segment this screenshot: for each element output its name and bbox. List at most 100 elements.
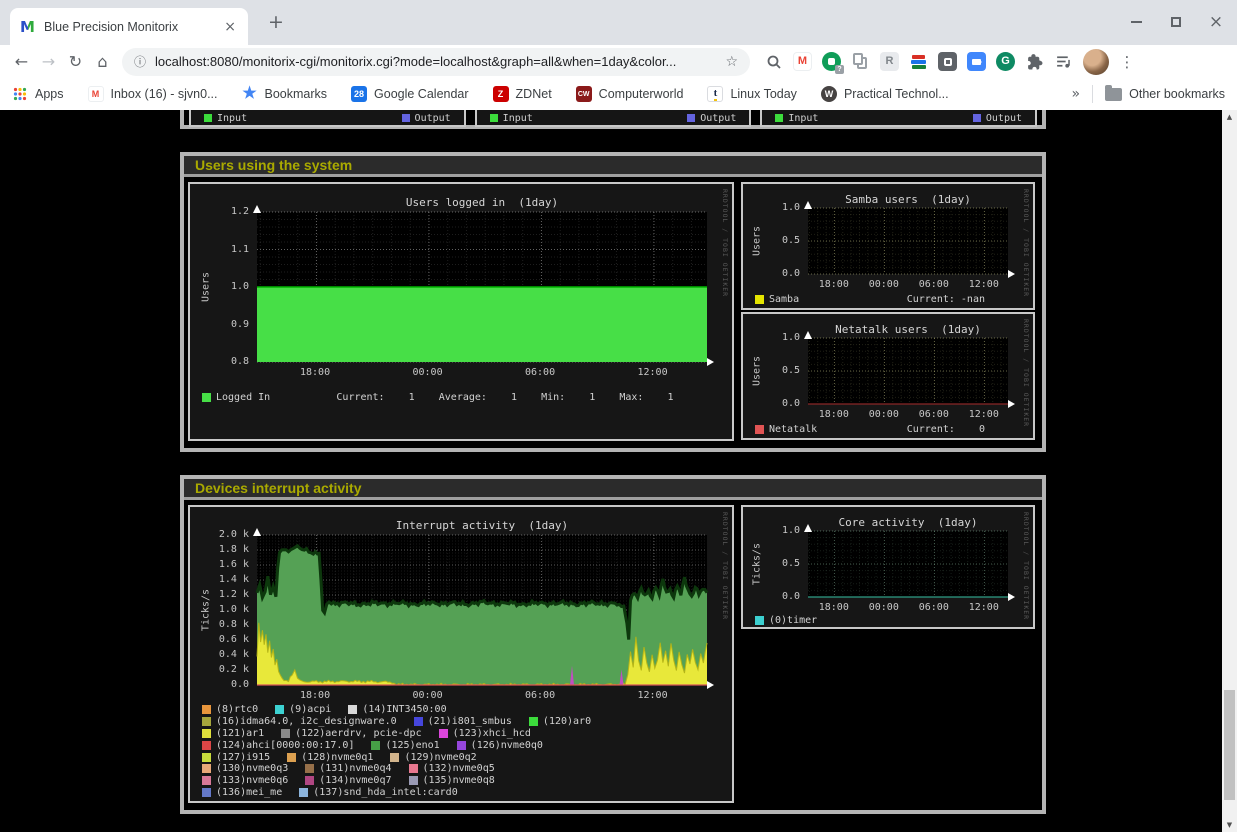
x-tick-label: 00:00: [869, 602, 899, 613]
overflow-chevrons-icon[interactable]: »: [1072, 86, 1081, 102]
legend-row: (121)ar1(122)aerdrv, pcie-dpc(123)xhci_h…: [202, 728, 726, 740]
bookmark-bookmarks[interactable]: ★ Bookmarks: [242, 86, 328, 102]
legend-item: (137)snd_hda_intel:card0: [299, 787, 458, 798]
graph-netatalk[interactable]: RRDTOOL / TOBI OETIKERNetatalk users (1d…: [741, 312, 1035, 440]
graph-partial[interactable]: Input Output: [189, 110, 466, 127]
graph-partial[interactable]: InputOutput: [475, 110, 752, 127]
maximize-button[interactable]: [1169, 15, 1183, 29]
legend-swatch: [202, 729, 211, 738]
legend-label: (133)nvme0q6: [216, 775, 288, 786]
search-extension-icon[interactable]: [764, 52, 783, 71]
vertical-scrollbar[interactable]: ▲ ▼: [1222, 110, 1237, 832]
y-tick-label: 0.5: [743, 558, 800, 569]
legend-label: (14)INT3450:00: [362, 704, 446, 715]
legend-item: (0)timer: [755, 615, 817, 626]
y-tick-label: 1.0 k: [190, 604, 249, 615]
browser-menu-icon[interactable]: ⋮: [1119, 53, 1135, 71]
home-icon[interactable]: ⌂: [89, 52, 116, 71]
calendar-icon: 28: [351, 86, 367, 102]
reload-icon[interactable]: ↻: [62, 52, 89, 71]
legend-label: Input: [217, 113, 247, 124]
other-bookmarks[interactable]: Other bookmarks: [1105, 87, 1225, 101]
puzzle-extensions-icon[interactable]: [1025, 52, 1044, 71]
bookmark-label: Bookmarks: [265, 87, 328, 101]
y-tick-label: 1.0: [743, 332, 800, 343]
new-tab-button[interactable]: +: [262, 11, 290, 33]
y-tick-label: 2.0 k: [190, 529, 249, 540]
legend-item: (136)mei_me: [202, 787, 282, 798]
bookmark-label: Computerworld: [599, 87, 684, 101]
legend-item: (129)nvme0q2: [390, 752, 476, 763]
window-close-button[interactable]: ×: [1209, 15, 1223, 29]
x-tick-label: 06:00: [919, 279, 949, 290]
legend-swatch: [202, 705, 211, 714]
legend-label: (128)nvme0q1: [301, 752, 373, 763]
bookmark-computerworld[interactable]: CW Computerworld: [576, 86, 684, 102]
graph-core[interactable]: RRDTOOL / TOBI OETIKERCore activity (1da…: [741, 505, 1035, 629]
graph-legend: NetatalkCurrent: 0: [755, 424, 1027, 435]
vault-extension-icon[interactable]: [938, 52, 957, 71]
legend-label: (9)acpi: [289, 704, 331, 715]
bookmark-practical-technology[interactable]: W Practical Technol...: [821, 86, 949, 102]
legend-label: Netatalk: [769, 424, 817, 435]
site-info-icon[interactable]: ⓘ: [134, 53, 146, 70]
url-text[interactable]: localhost:8080/monitorix-cgi/monitorix.c…: [155, 54, 725, 69]
legend-item: (9)acpi: [275, 704, 331, 715]
back-icon[interactable]: ←: [8, 52, 35, 71]
legend-swatch: [529, 717, 538, 726]
x-tick-label: 18:00: [300, 690, 330, 701]
graph-legend: (0)timer: [755, 615, 1027, 626]
bookmark-zdnet[interactable]: Z ZDNet: [493, 86, 552, 102]
address-bar[interactable]: ⓘ localhost:8080/monitorix-cgi/monitorix…: [122, 48, 750, 76]
legend-label: (126)nvme0q0: [471, 740, 543, 751]
graph-samba[interactable]: RRDTOOL / TOBI OETIKERSamba users (1day)…: [741, 182, 1035, 310]
legend-swatch: [202, 753, 211, 762]
video-camera-extension-icon[interactable]: [967, 52, 986, 71]
section-partial-top: InputOutputInputOutputInputOutput: [180, 110, 1046, 129]
bookmark-google-calendar[interactable]: 28 Google Calendar: [351, 86, 469, 102]
books-stack-extension-icon[interactable]: [909, 52, 928, 71]
scroll-down-icon[interactable]: ▼: [1222, 818, 1237, 832]
playlist-extension-icon[interactable]: [1054, 52, 1073, 71]
minimize-button[interactable]: [1129, 15, 1143, 29]
x-tick-label: 18:00: [819, 409, 849, 420]
legend-swatch: [202, 393, 211, 402]
profile-avatar[interactable]: [1083, 49, 1109, 75]
bookmark-inbox[interactable]: M Inbox (16) - sjvn0...: [88, 86, 218, 102]
tab-close-icon[interactable]: ×: [222, 19, 238, 35]
legend-swatch: [409, 764, 418, 773]
bookmark-apps[interactable]: Apps: [12, 86, 64, 102]
bookmark-linux-today[interactable]: t Linux Today: [707, 86, 797, 102]
legend-swatch: [755, 616, 764, 625]
copy-pages-extension-icon[interactable]: [851, 52, 870, 71]
graph-users[interactable]: RRDTOOL / TOBI OETIKERUsers logged in (1…: [188, 182, 734, 441]
x-tick-label: 06:00: [525, 367, 555, 378]
legend-row: (133)nvme0q6(134)nvme0q7(135)nvme0q8: [202, 775, 726, 787]
legend-swatch: [755, 295, 764, 304]
y-tick-label: 1.6 k: [190, 559, 249, 570]
browser-tab[interactable]: M M Blue Precision Monitorix ×: [10, 8, 248, 45]
question-badge: ?: [835, 65, 844, 74]
bookmark-star-icon[interactable]: ☆: [725, 54, 738, 70]
legend-label: Output: [415, 113, 451, 124]
gmail-extension-icon[interactable]: M: [793, 52, 812, 71]
legend-label: (121)ar1: [216, 728, 264, 739]
graph-interrupts[interactable]: RRDTOOL / TOBI OETIKERInterrupt activity…: [188, 505, 734, 803]
legend-swatch: [775, 114, 783, 122]
graph-legend: SambaCurrent: -nan: [755, 294, 1027, 305]
grammarly-extension-icon[interactable]: G: [996, 52, 1015, 71]
forward-icon[interactable]: →: [35, 52, 62, 71]
legend-label: (8)rtc0: [216, 704, 258, 715]
scrollbar-thumb[interactable]: [1224, 690, 1235, 800]
x-tick-label: 06:00: [919, 602, 949, 613]
legend-swatch: [202, 764, 211, 773]
r-extension-icon[interactable]: R: [880, 52, 899, 71]
graph-partial[interactable]: InputOutput: [760, 110, 1037, 127]
legend-current-value: Current: -nan: [907, 294, 985, 305]
voice-extension-icon[interactable]: ?: [822, 52, 841, 71]
legend-item: (121)ar1: [202, 728, 264, 739]
scroll-up-icon[interactable]: ▲: [1222, 110, 1237, 124]
bookmark-label: Google Calendar: [374, 87, 469, 101]
y-tick-label: 1.0: [743, 202, 800, 213]
legend-item: (126)nvme0q0: [457, 740, 543, 751]
